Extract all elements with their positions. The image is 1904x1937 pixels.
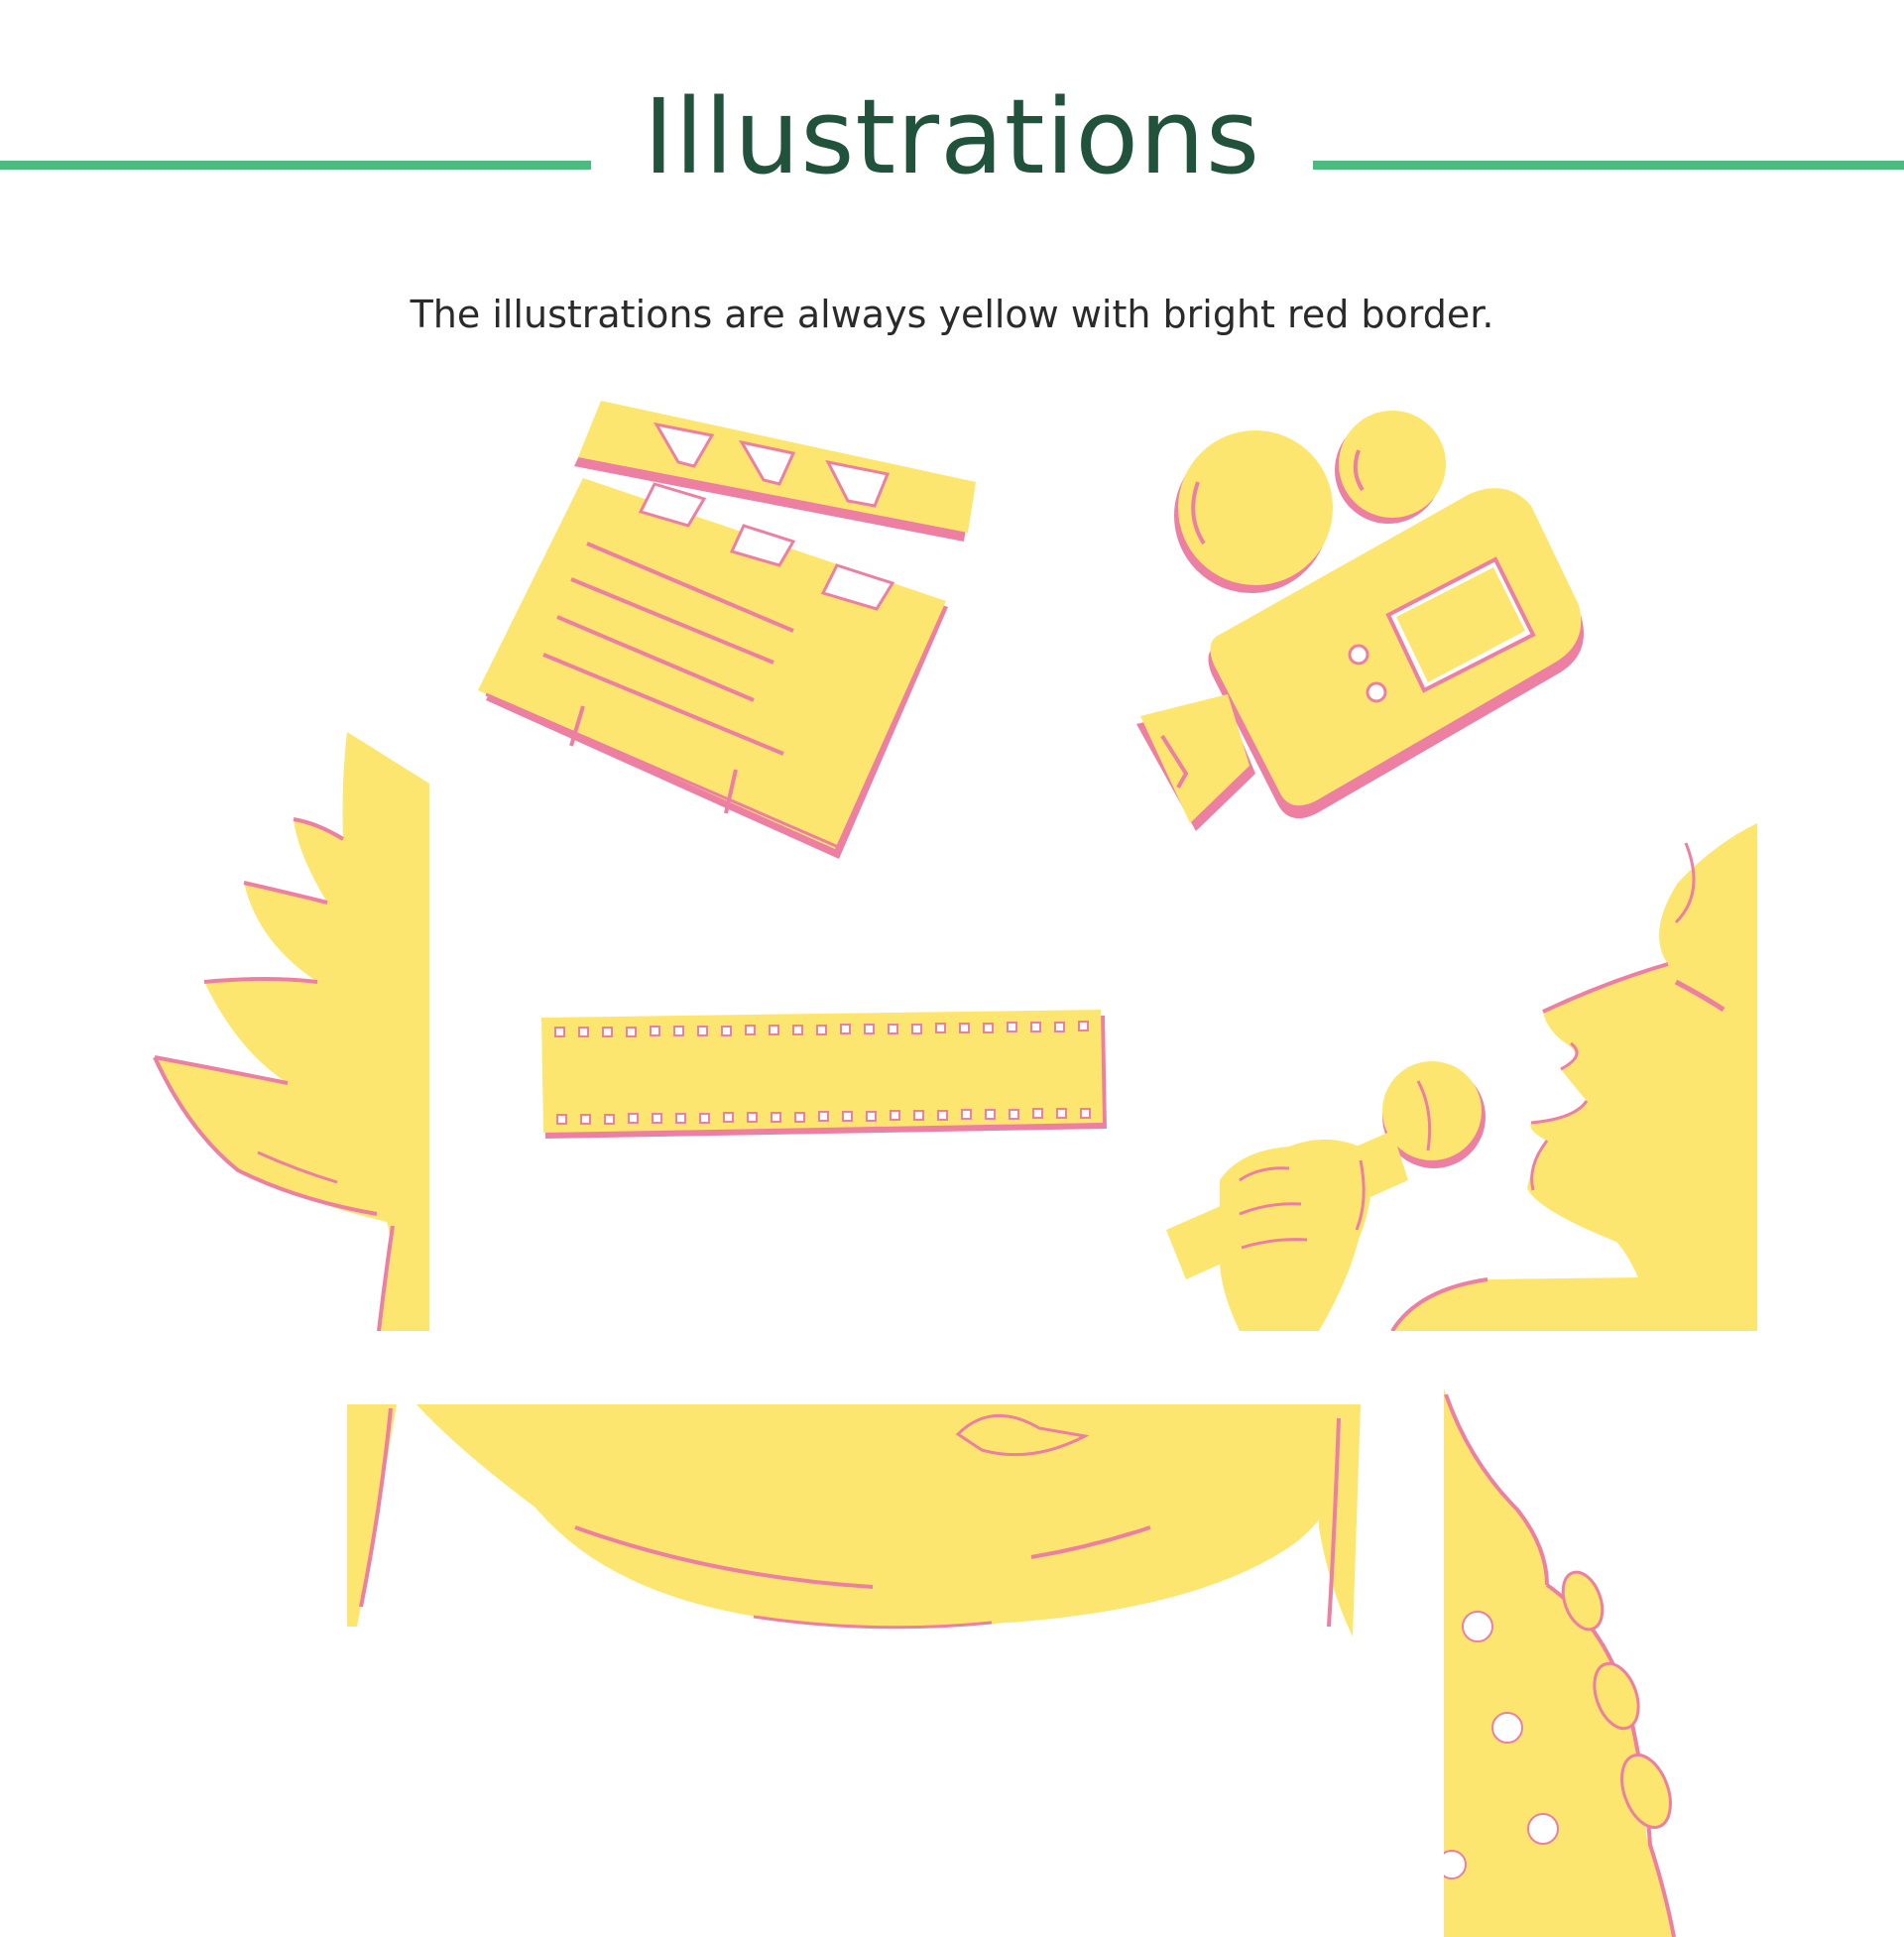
stage-curtain-illustration bbox=[347, 1404, 1361, 1636]
singer-with-microphone-illustration bbox=[1166, 823, 1757, 1331]
illustrations-canvas bbox=[153, 401, 1757, 1937]
film-camera-illustration bbox=[1136, 411, 1584, 831]
guitar-headstock-illustration bbox=[1444, 1389, 1676, 1937]
palm-leaves-illustration bbox=[153, 732, 429, 1331]
clapperboard-illustration bbox=[478, 401, 976, 859]
film-strip-illustration bbox=[541, 1010, 1107, 1139]
